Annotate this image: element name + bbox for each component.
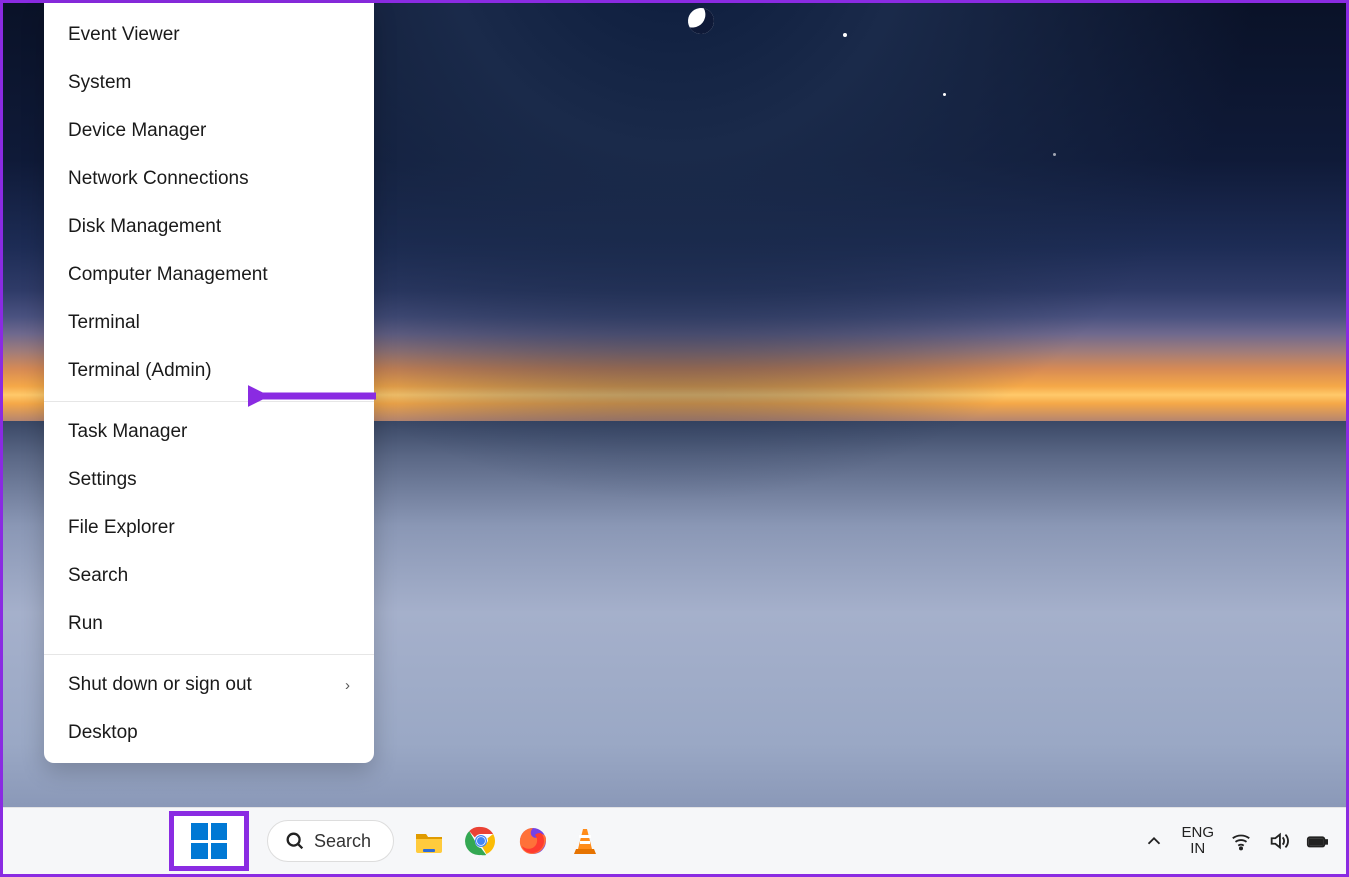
menu-item-search[interactable]: Search [44,552,374,600]
menu-item-file-explorer[interactable]: File Explorer [44,504,374,552]
taskbar-app-firefox[interactable] [516,824,550,858]
taskbar: Search ENG IN [3,807,1346,874]
menu-item-label: Search [68,565,128,587]
chevron-right-icon: › [345,677,350,694]
star-shape [843,33,847,37]
menu-item-label: Settings [68,469,137,491]
menu-item-label: Terminal [68,312,140,334]
menu-item-label: Shut down or sign out [68,674,252,696]
menu-item-settings[interactable]: Settings [44,456,374,504]
wifi-icon[interactable] [1230,830,1252,852]
menu-item-run[interactable]: Run [44,600,374,648]
star-shape [943,93,946,96]
menu-item-label: Disk Management [68,216,221,238]
menu-item-label: Run [68,613,103,635]
taskbar-app-file-explorer[interactable] [412,824,446,858]
taskbar-search-button[interactable]: Search [267,820,394,862]
search-icon [284,830,306,852]
menu-item-terminal[interactable]: Terminal [44,299,374,347]
taskbar-app-vlc[interactable] [568,824,602,858]
start-button[interactable] [191,823,227,859]
menu-item-network-connections[interactable]: Network Connections [44,155,374,203]
menu-item-task-manager[interactable]: Task Manager [44,408,374,456]
lang-top: ENG [1181,825,1214,842]
star-shape [1053,153,1056,156]
menu-item-label: Event Viewer [68,24,180,46]
tray-language-button[interactable]: ENG IN [1181,825,1214,858]
menu-item-label: Network Connections [68,168,249,190]
search-label: Search [314,831,371,852]
lang-bottom: IN [1181,841,1214,858]
menu-separator [44,654,374,655]
menu-item-computer-management[interactable]: Computer Management [44,251,374,299]
winx-context-menu: Event Viewer System Device Manager Network … [44,3,374,763]
menu-item-event-viewer[interactable]: Event Viewer [44,11,374,59]
taskbar-app-chrome[interactable] [464,824,498,858]
menu-item-label: File Explorer [68,517,175,539]
menu-item-label: Computer Management [68,264,268,286]
menu-item-label: System [68,72,131,94]
menu-item-disk-management[interactable]: Disk Management [44,203,374,251]
menu-item-label: Desktop [68,722,138,744]
menu-item-shut-down[interactable]: Shut down or sign out › [44,661,374,709]
moon-shape [685,5,717,37]
start-button-highlight [169,811,249,871]
menu-item-label: Task Manager [68,421,187,443]
menu-item-system[interactable]: System [44,59,374,107]
battery-icon[interactable] [1306,830,1328,852]
menu-item-desktop[interactable]: Desktop [44,709,374,757]
volume-icon[interactable] [1268,830,1290,852]
menu-item-label: Terminal (Admin) [68,360,212,382]
tray-chevron-up-icon[interactable] [1143,830,1165,852]
menu-item-label: Device Manager [68,120,206,142]
menu-separator [44,401,374,402]
menu-item-device-manager[interactable]: Device Manager [44,107,374,155]
menu-item-terminal-admin[interactable]: Terminal (Admin) [44,347,374,395]
